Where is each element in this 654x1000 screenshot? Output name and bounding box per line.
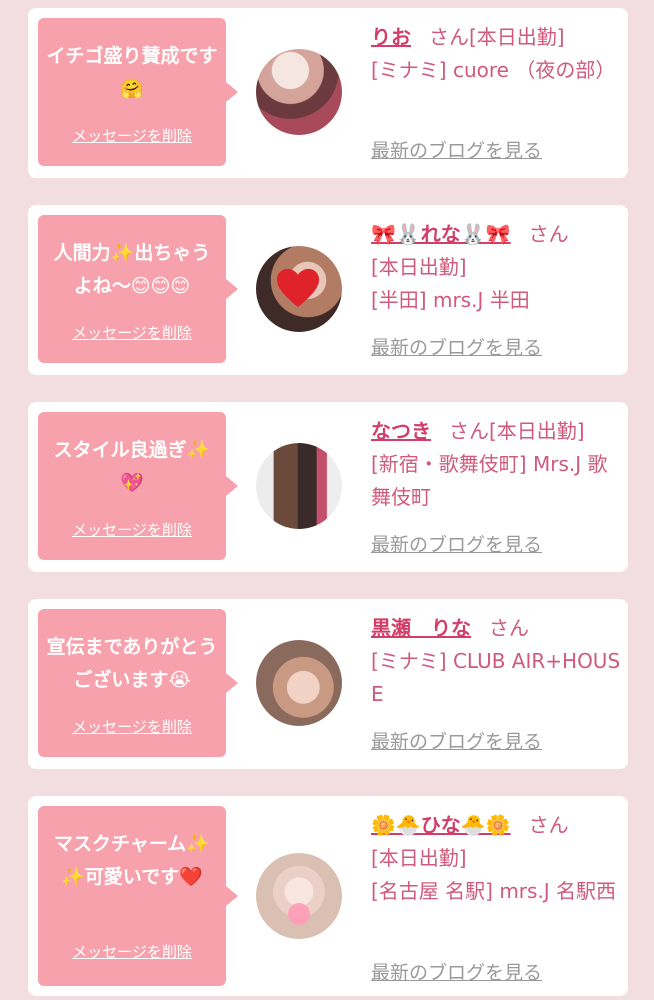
avatar[interactable] [256, 246, 342, 332]
message-bubble: 宣伝までありがとうございます😭 メッセージを削除 [38, 609, 238, 757]
cast-info: 🌼🐣ひな🐣🌼 さん [本日出勤] [名古屋 名駅] mrs.J 名駅西 [371, 809, 621, 908]
avatar[interactable] [256, 49, 342, 135]
cast-name-link[interactable]: 黒瀬 りな [371, 616, 471, 640]
message-text: 人間力✨出ちゃうよね〜😊😊😊 [53, 242, 211, 297]
mask-sticker [288, 903, 310, 925]
latest-blog-link[interactable]: 最新のブログを見る [371, 136, 542, 163]
latest-blog-link[interactable]: 最新のブログを見る [371, 958, 542, 985]
message-bubble: マスクチャーム✨✨可愛いです❤️ メッセージを削除 [38, 806, 238, 986]
message-text: 宣伝までありがとうございます😭 [46, 636, 218, 691]
delete-message-link[interactable]: メッセージを削除 [38, 716, 226, 737]
latest-blog-link[interactable]: 最新のブログを見る [371, 727, 542, 754]
avatar[interactable] [256, 443, 342, 529]
message-card: マスクチャーム✨✨可愛いです❤️ メッセージを削除 🌼🐣ひな🐣🌼 さん [本日出勤… [28, 796, 628, 996]
message-card: 宣伝までありがとうございます😭 メッセージを削除 黒瀬 りな さん [ミナミ] C… [28, 599, 628, 769]
message-bubble: スタイル良過ぎ✨💖 メッセージを削除 [38, 412, 238, 560]
work-status: [本日出勤] [489, 419, 585, 443]
shop-name: [ミナミ] CLUB AIR+HOUSE [371, 649, 621, 706]
cast-name-link[interactable]: なつき [371, 419, 431, 443]
shop-name: [新宿・歌舞伎町] Mrs.J 歌舞伎町 [371, 452, 608, 509]
work-status: [本日出勤] [371, 255, 467, 279]
message-bubble: 人間力✨出ちゃうよね〜😊😊😊 メッセージを削除 [38, 215, 238, 363]
honorific: さん [528, 222, 569, 246]
cast-name-link[interactable]: りお [371, 25, 411, 49]
shop-name: [名古屋 名駅] mrs.J 名駅西 [371, 879, 617, 903]
delete-message-link[interactable]: メッセージを削除 [38, 322, 226, 343]
latest-blog-link[interactable]: 最新のブログを見る [371, 333, 542, 360]
shop-name: [ミナミ] cuore （夜の部） [371, 58, 616, 82]
delete-message-link[interactable]: メッセージを削除 [38, 125, 226, 146]
message-text: スタイル良過ぎ✨💖 [53, 439, 211, 494]
cast-info: 黒瀬 りな さん [ミナミ] CLUB AIR+HOUSE [371, 612, 621, 711]
heart-icon [276, 268, 320, 308]
avatar[interactable] [256, 853, 342, 939]
cast-info: 🎀🐰れな🐰🎀 さん [本日出勤] [半田] mrs.J 半田 [371, 218, 621, 317]
delete-message-link[interactable]: メッセージを削除 [38, 941, 226, 962]
delete-message-link[interactable]: メッセージを削除 [38, 519, 226, 540]
message-card: イチゴ盛り賛成です🤗 メッセージを削除 りお さん[本日出勤] [ミナミ] cuo… [28, 8, 628, 178]
cast-name-link[interactable]: 🌼🐣ひな🐣🌼 [371, 813, 511, 837]
latest-blog-link[interactable]: 最新のブログを見る [371, 530, 542, 557]
message-text: イチゴ盛り賛成です🤗 [46, 45, 218, 100]
cast-name-link[interactable]: 🎀🐰れな🐰🎀 [371, 222, 511, 246]
honorific: さん [489, 616, 529, 640]
work-status: [本日出勤] [371, 846, 467, 870]
work-status: [本日出勤] [469, 25, 565, 49]
honorific: さん [449, 419, 489, 443]
message-bubble: イチゴ盛り賛成です🤗 メッセージを削除 [38, 18, 238, 166]
honorific: さん [528, 813, 569, 837]
shop-name: [半田] mrs.J 半田 [371, 288, 530, 312]
message-card: スタイル良過ぎ✨💖 メッセージを削除 なつき さん[本日出勤] [新宿・歌舞伎町]… [28, 402, 628, 572]
cast-info: なつき さん[本日出勤] [新宿・歌舞伎町] Mrs.J 歌舞伎町 [371, 415, 621, 514]
avatar[interactable] [256, 640, 342, 726]
message-text: マスクチャーム✨✨可愛いです❤️ [54, 833, 210, 888]
cast-info: りお さん[本日出勤] [ミナミ] cuore （夜の部） [371, 21, 621, 87]
message-card: 人間力✨出ちゃうよね〜😊😊😊 メッセージを削除 🎀🐰れな🐰🎀 さん [本日出勤] … [28, 205, 628, 375]
honorific: さん [429, 25, 469, 49]
